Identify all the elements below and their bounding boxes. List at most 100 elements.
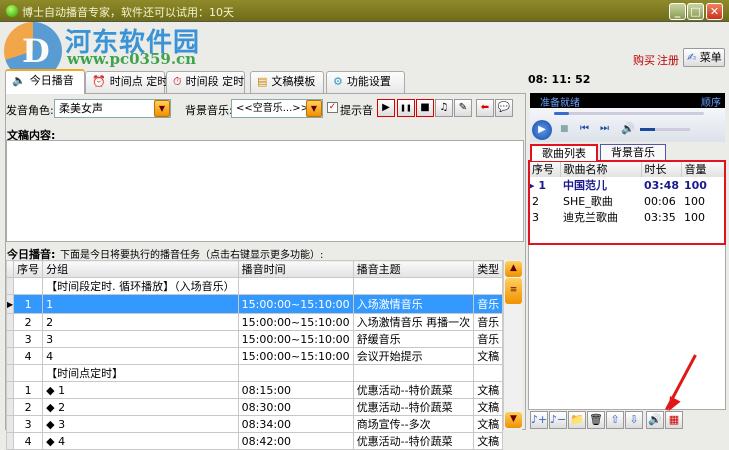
song-row[interactable]: ▸ 1 中国范儿 03:48 100 — [529, 177, 725, 193]
song-name: 中国范儿 — [563, 179, 607, 192]
song-vol: 100 — [684, 194, 705, 208]
minimize-button[interactable]: _ — [669, 3, 686, 20]
column-header-time[interactable]: 播音时间 — [237, 260, 354, 278]
trash-icon[interactable]: 🗑 — [587, 411, 605, 429]
voice-select[interactable]: 柔美女声 ▼ — [54, 99, 171, 118]
scroll-up-icon[interactable]: ▲ — [505, 261, 522, 277]
column-header-duration[interactable]: 时长 — [641, 161, 682, 177]
vertical-scrollbar[interactable]: ▲ ≡ ▼ — [503, 260, 522, 430]
window-title: 博士自动播音专家，软件还可以试用：10天 — [22, 6, 234, 19]
cell-no: 1 — [13, 381, 44, 399]
column-header-topic[interactable]: 播音主题 — [352, 260, 475, 278]
scroll-down-icon[interactable]: ▼ — [505, 412, 522, 428]
close-button[interactable]: ✕ — [706, 3, 723, 20]
move-up-icon[interactable]: ⇧ — [606, 411, 624, 429]
volume-button-icon[interactable]: 🔊 — [646, 411, 664, 429]
player-controls: ▶ ■ ⏮ ⏭ 🔊 — [530, 108, 725, 142]
cell-no: 2 — [13, 313, 44, 331]
seek-bar[interactable] — [554, 112, 704, 115]
move-down-icon[interactable]: ⇩ — [625, 411, 643, 429]
table-row[interactable]: 2 2 15:00:00~15:10:00 入场激情音乐 再播一次 音乐 — [5, 313, 504, 331]
cell-group: 2 — [42, 313, 239, 331]
table-row[interactable]: 1 ◆ 1 08:15:00 优惠活动--特价蔬菜 文稿 — [5, 381, 504, 399]
tab-label: 今日播音 — [29, 74, 74, 87]
scroll-thumb[interactable]: ≡ — [505, 278, 522, 304]
clock: 08: 11: 52 — [528, 73, 591, 86]
voice-label: 发音角色: — [6, 104, 54, 117]
row-indicator — [5, 398, 15, 416]
play-mode[interactable]: 顺序 — [701, 94, 721, 109]
speaker-icon: 🔈 — [12, 74, 26, 87]
music-icon[interactable]: ♫ — [435, 99, 453, 117]
play-icon[interactable]: ▶ — [377, 99, 395, 117]
bg-music-label: 背景音乐: — [185, 104, 233, 117]
row-indicator — [5, 381, 15, 399]
content-textarea[interactable] — [6, 140, 524, 242]
cell-topic — [352, 277, 475, 295]
tab-time-range[interactable]: ⏱ 时间段 定时 — [166, 71, 245, 93]
previous-button[interactable]: ⏮ — [580, 123, 589, 134]
tab-label: 文稿模板 — [271, 75, 316, 88]
add-song-icon[interactable]: ♪+ — [530, 411, 548, 429]
table-row[interactable]: 3 3 15:00:00~15:10:00 舒缓音乐 音乐 — [5, 330, 504, 348]
group-row[interactable]: 【时间点定时】 — [5, 364, 504, 382]
cell-no — [13, 364, 44, 382]
pause-icon[interactable]: ❚❚ — [397, 99, 415, 117]
row-indicator — [5, 347, 15, 365]
song-no: ▸ 1 — [529, 178, 547, 192]
maximize-button[interactable]: □ — [687, 3, 704, 20]
prompt-checkbox[interactable]: ✓ — [327, 102, 338, 113]
cell-topic: 会议开始提示 — [352, 347, 475, 365]
cell-time — [237, 364, 354, 382]
column-header-type[interactable]: 类型 — [473, 260, 504, 278]
table-row[interactable]: 3 ◆ 3 08:34:00 商场宣传--多次 文稿 — [5, 415, 504, 433]
table-header: 序号 分组 播音时间 播音主题 类型 — [5, 260, 504, 278]
add-folder-icon[interactable]: 📁 — [568, 411, 586, 429]
song-row[interactable]: 3 迪克兰歌曲 03:35 100 — [529, 209, 725, 225]
cell-topic: 优惠活动--特价蔬菜 — [352, 432, 475, 450]
column-header-no[interactable]: 序号 — [13, 260, 44, 278]
player-status: 准备就绪 — [540, 98, 580, 109]
tab-time-point[interactable]: ⏰ 时间点 定时 — [85, 71, 168, 93]
song-dur: 03:35 — [644, 210, 676, 224]
register-link[interactable]: 注册 — [657, 52, 679, 68]
bg-music-select[interactable]: <<空音乐...>> ▼ — [231, 99, 323, 118]
row-indicator — [5, 277, 15, 295]
column-header-volume[interactable]: 音量 — [681, 161, 725, 177]
play-button[interactable]: ▶ — [532, 120, 552, 140]
stop-button[interactable]: ■ — [560, 124, 569, 134]
menu-label: 菜单 — [699, 51, 722, 64]
next-button[interactable]: ⏭ — [600, 123, 609, 134]
microphone-icon[interactable]: ✎ — [454, 99, 472, 117]
column-header-group[interactable]: 分组 — [42, 260, 239, 278]
column-header-name[interactable]: 歌曲名称 — [560, 161, 642, 177]
app-icon — [6, 5, 18, 17]
row-indicator — [5, 330, 15, 348]
tab-song-list[interactable]: 歌曲列表 — [530, 144, 598, 161]
remove-song-icon[interactable]: ♪− — [549, 411, 567, 429]
song-row[interactable]: 2 SHE_歌曲 00:06 100 — [529, 193, 725, 209]
speech-bubble-icon[interactable]: 💬 — [495, 99, 513, 117]
insert-icon[interactable]: ⬅ — [476, 99, 494, 117]
table-row[interactable]: ▶ 1 1 15:00:00~15:10:00 入场激情音乐 音乐 — [5, 294, 504, 314]
column-header-no[interactable]: 序号 — [529, 161, 561, 177]
row-indicator — [5, 313, 15, 331]
tab-bg-music[interactable]: 背景音乐 — [600, 144, 666, 161]
table-row[interactable]: 2 ◆ 2 08:30:00 优惠活动--特价蔬菜 文稿 — [5, 398, 504, 416]
tab-templates[interactable]: ▤ 文稿模板 — [250, 71, 324, 93]
volume-slider[interactable] — [640, 128, 690, 131]
group-row[interactable]: 【时间段定时. 循环播放】（入场音乐） — [5, 277, 504, 295]
volume-icon[interactable]: 🔊 — [621, 122, 635, 135]
cell-time: 08:42:00 — [237, 432, 354, 450]
table-row[interactable]: 4 ◆ 4 08:42:00 优惠活动--特价蔬菜 文稿 — [5, 432, 504, 450]
cell-topic: 商场宣传--多次 — [352, 415, 475, 433]
menu-button[interactable]: ✍ 菜单 — [683, 48, 725, 67]
pen-icon: ✍ — [687, 51, 697, 64]
song-dur: 00:06 — [644, 194, 676, 208]
stop-icon[interactable]: ■ — [416, 99, 434, 117]
title-bar: 博士自动播音专家，软件还可以试用：10天 _ □ ✕ — [0, 0, 729, 22]
buy-link[interactable]: 购买 — [633, 52, 655, 68]
tab-today[interactable]: 🔈 今日播音 — [5, 69, 85, 94]
tab-settings[interactable]: ⚙ 功能设置 — [326, 71, 405, 93]
table-row[interactable]: 4 4 15:00:00~15:10:00 会议开始提示 文稿 — [5, 347, 504, 365]
